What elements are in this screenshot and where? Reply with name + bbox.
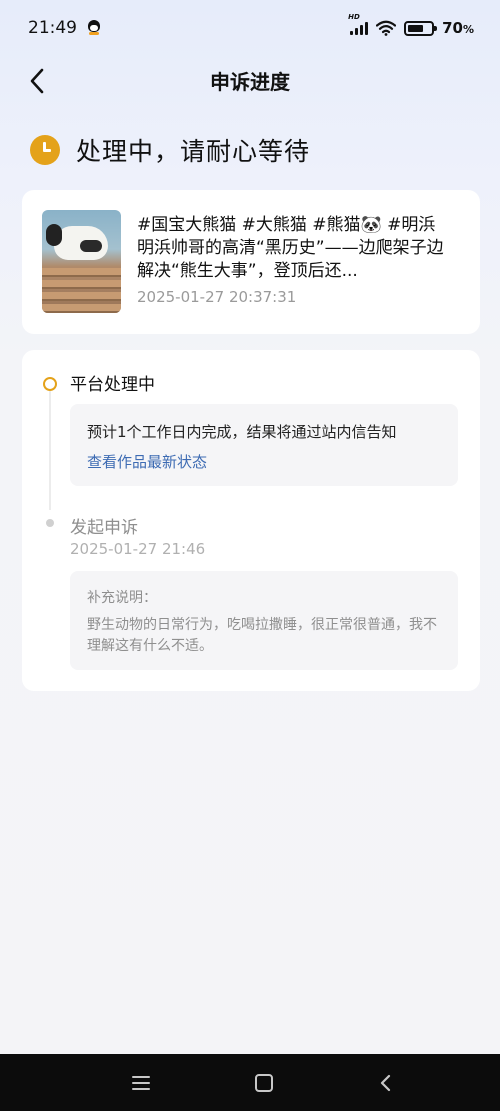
step-processing-title: 平台处理中 [70,375,155,395]
page-title: 申诉进度 [210,70,290,94]
view-latest-status-link[interactable]: 查看作品最新状态 [87,451,207,472]
supplementary-note: 补充说明： 野生动物的日常行为，吃喝拉撒睡，很正常很普通，我不理解这有什么不适。 [70,571,458,670]
video-title[interactable]: #国宝大熊猫 #大熊猫 #熊猫🐼 #明浜 明浜帅哥的高清“黑历史”——边爬架子边… [137,214,453,283]
step-processing-info: 预计1个工作日内完成，结果将通过站内信告知 查看作品最新状态 [70,404,458,486]
step-submitted-date: 2025-01-27 21:46 [70,540,206,558]
status-time: 21:49 [28,18,77,38]
network-tag: HD [348,13,360,21]
video-card[interactable]: #国宝大熊猫 #大熊猫 #熊猫🐼 #明浜 明浜帅哥的高清“黑历史”——边爬架子边… [22,190,480,334]
menu-icon[interactable] [132,1075,150,1090]
wifi-icon [376,20,397,36]
header: 申诉进度 [0,56,500,106]
signal-icon: HD [348,13,369,35]
timeline-dot-active [43,377,57,391]
home-icon[interactable] [255,1073,273,1092]
qq-icon [87,20,101,36]
step-processing-description: 预计1个工作日内完成，结果将通过站内信告知 [87,423,397,441]
timeline-card: 平台处理中 预计1个工作日内完成，结果将通过站内信告知 查看作品最新状态 发起申… [22,350,480,691]
status-text: 处理中，请耐心等待 [76,137,311,166]
clock-icon [30,135,60,165]
battery-level: 70% [442,19,474,37]
timeline-dot [46,519,54,527]
battery-icon [404,20,438,36]
status-indicators: HD 70% [348,13,474,37]
back-icon[interactable] [378,1074,394,1092]
appeal-status: 处理中，请耐心等待 [30,132,310,168]
step-submitted-title: 发起申诉 [70,518,138,538]
video-date: 2025-01-27 20:37:31 [137,288,297,306]
system-nav-bar [0,1054,500,1111]
status-bar: 21:49 HD 70% [0,0,500,56]
note-text: 野生动物的日常行为，吃喝拉撒睡，很正常很普通，我不理解这有什么不适。 [87,617,437,654]
video-thumbnail[interactable] [42,210,121,313]
note-label: 补充说明： [87,590,157,606]
timeline-connector [49,390,51,510]
